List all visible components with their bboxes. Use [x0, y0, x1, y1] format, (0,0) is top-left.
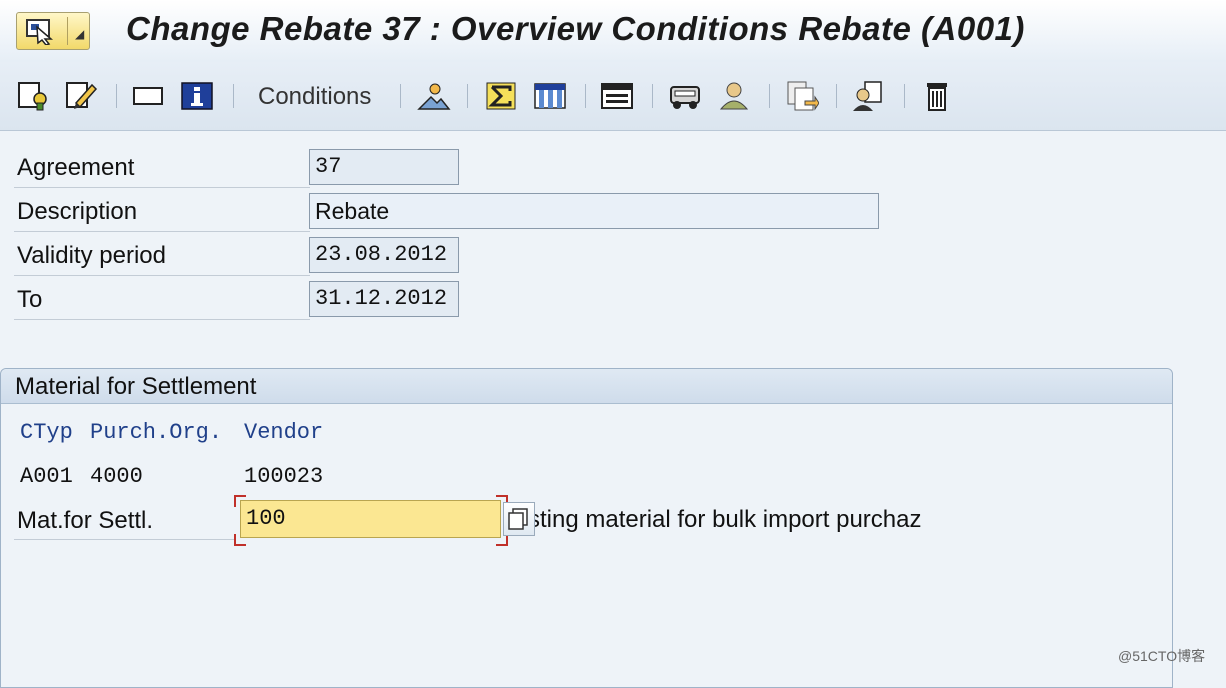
description-field[interactable]: Rebate: [309, 193, 879, 229]
vehicle-icon[interactable]: [668, 79, 702, 113]
agreement-field[interactable]: 37: [309, 149, 459, 185]
conditions-button[interactable]: Conditions: [258, 83, 371, 111]
other-agreement-icon[interactable]: [16, 79, 50, 113]
calendar-icon[interactable]: [600, 79, 634, 113]
to-label: To: [14, 280, 310, 320]
image-icon[interactable]: [417, 79, 451, 113]
column-header-purch-org: Purch.Org.: [90, 420, 223, 445]
copy-icon[interactable]: [785, 79, 820, 113]
page-title: Change Rebate 37 : Overview Conditions R…: [126, 10, 1025, 47]
system-menu-button[interactable]: ◢: [16, 12, 90, 50]
row-purch-org: 4000: [90, 464, 143, 489]
watermark: @51CTO博客: [1118, 648, 1206, 664]
trash-icon[interactable]: [920, 79, 954, 113]
menu-icon: [26, 19, 54, 45]
partner-icon[interactable]: [851, 79, 885, 113]
chevron-down-icon: ◢: [75, 27, 85, 41]
column-header-ctyp: CTyp: [20, 420, 73, 445]
display-icon[interactable]: [131, 79, 165, 113]
person-icon[interactable]: [717, 79, 751, 113]
application-toolbar: Conditions: [0, 62, 1226, 131]
column-header-vendor: Vendor: [244, 420, 324, 445]
group-title: Material for Settlement: [15, 373, 257, 400]
validity-from-field[interactable]: 23.08.2012: [309, 237, 459, 273]
row-vendor: 100023: [244, 464, 324, 489]
value-help-icon: [508, 508, 528, 530]
row-ctyp: A001: [20, 464, 73, 489]
validity-to-field[interactable]: 31.12.2012: [309, 281, 459, 317]
info-icon[interactable]: [180, 79, 214, 113]
edit-icon[interactable]: [64, 79, 98, 113]
mat-settl-input[interactable]: 100: [240, 500, 501, 538]
validity-period-label: Validity period: [14, 236, 310, 276]
mat-settl-label: Mat.for Settl.: [14, 502, 236, 540]
table-icon[interactable]: [533, 79, 567, 113]
agreement-label: Agreement: [14, 148, 310, 188]
description-label: Description: [14, 192, 310, 232]
group-header: Material for Settlement: [1, 369, 1172, 404]
sigma-icon[interactable]: [484, 79, 518, 113]
material-description: sting material for bulk import purchaz: [528, 506, 922, 533]
value-help-button[interactable]: [503, 502, 535, 536]
title-bar: ◢ Change Rebate 37 : Overview Conditions…: [0, 0, 1226, 62]
